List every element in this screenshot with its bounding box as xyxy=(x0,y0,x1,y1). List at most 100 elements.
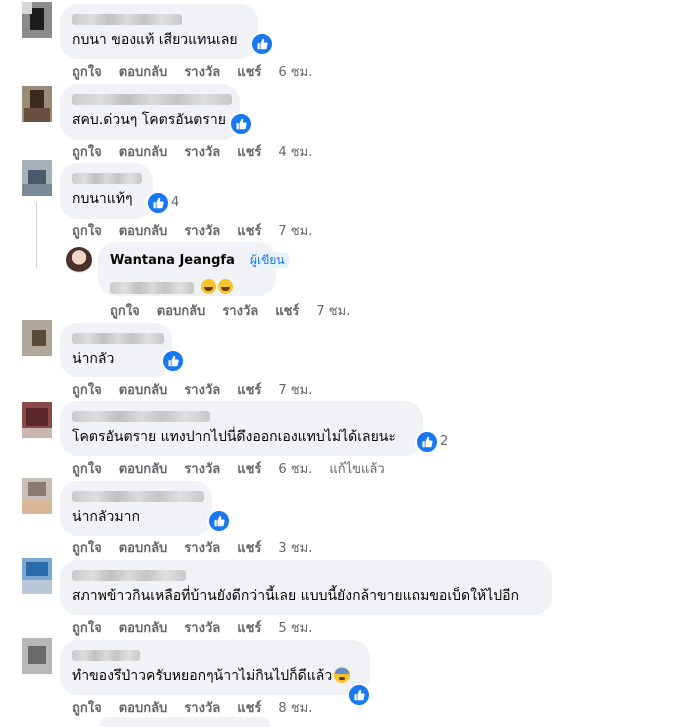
comment-bubble: ทำของรึป่าวครับหยอกๆน้าาไม่กินไปก็ดีแล้ว xyxy=(60,640,370,695)
blurred-author-name xyxy=(72,570,186,581)
share-button[interactable]: แชร์ xyxy=(237,379,261,400)
avatar[interactable] xyxy=(22,402,52,438)
comment-actions: ถูกใจ ตอบกลับ รางวัล แชร์ 6 ชม. แก้ไขแล้… xyxy=(72,458,402,479)
comment-actions: ถูกใจ ตอบกลับ รางวัล แชร์ 7 ชม. xyxy=(72,379,329,400)
timestamp[interactable]: 4 ชม. xyxy=(278,141,312,162)
timestamp[interactable]: 7 ชม. xyxy=(278,379,312,400)
like-button[interactable]: ถูกใจ xyxy=(72,141,102,162)
award-button[interactable]: รางวัล xyxy=(184,379,220,400)
like-button[interactable]: ถูกใจ xyxy=(72,458,102,479)
timestamp[interactable]: 8 ชม. xyxy=(278,697,312,718)
blurred-author-name xyxy=(72,14,182,25)
blurred-author-name xyxy=(72,650,140,661)
award-button[interactable]: รางวัล xyxy=(184,458,220,479)
like-reaction-icon[interactable] xyxy=(146,191,170,215)
comment-bubble: น่ากลัว xyxy=(60,323,172,377)
comment-bubble: กบนา ของแท้ เสียวแทนเลย xyxy=(60,4,258,59)
comment-text: กบนา ของแท้ เสียวแทนเลย xyxy=(72,32,238,48)
avatar[interactable] xyxy=(22,2,52,38)
reply-button[interactable]: ตอบกลับ xyxy=(119,220,168,241)
reply-button[interactable]: ตอบกลับ xyxy=(119,458,168,479)
laughing-emoji-icon xyxy=(201,279,217,294)
award-button[interactable]: รางวัล xyxy=(184,617,220,638)
avatar[interactable] xyxy=(22,558,52,594)
comment-text: น่ากลัวมาก xyxy=(72,509,140,525)
thread-line xyxy=(36,202,37,268)
like-button[interactable]: ถูกใจ xyxy=(72,220,102,241)
comment-bubble: สภาพข้าวกินเหลือที่บ้านยังดีกว่านี้เลย แ… xyxy=(60,560,552,615)
like-count[interactable]: 2 xyxy=(440,434,448,449)
next-comment-bubble xyxy=(100,717,270,727)
author-name[interactable]: Wantana Jeangfa xyxy=(110,253,235,268)
like-button[interactable]: ถูกใจ xyxy=(72,617,102,638)
reply-button[interactable]: ตอบกลับ xyxy=(119,141,168,162)
share-button[interactable]: แชร์ xyxy=(237,617,261,638)
reply-button[interactable]: ตอบกลับ xyxy=(119,537,168,558)
timestamp[interactable]: 6 ชม. xyxy=(278,458,312,479)
comment-bubble: กบนาแท้ๆ xyxy=(60,163,153,219)
laughing-emoji-icon xyxy=(218,279,234,294)
blurred-author-name xyxy=(72,333,164,344)
reply-button[interactable]: ตอบกลับ xyxy=(119,61,168,82)
comment-actions: ถูกใจ ตอบกลับ รางวัล แชร์ 3 ชม. xyxy=(72,537,329,558)
like-button[interactable]: ถูกใจ xyxy=(72,61,102,82)
anxious-face-emoji-icon xyxy=(334,667,351,683)
reply-header: Wantana Jeangfa ผู้เขียน xyxy=(110,249,289,270)
like-count[interactable]: 4 xyxy=(171,195,179,210)
author-avatar[interactable] xyxy=(66,247,92,273)
reply-button[interactable]: ตอบกลับ xyxy=(119,697,168,718)
award-button[interactable]: รางวัล xyxy=(184,697,220,718)
reply-button[interactable]: ตอบกลับ xyxy=(157,300,206,321)
share-button[interactable]: แชร์ xyxy=(237,458,261,479)
comment-text: โคตรอันตราย แทงปากไปนี่ดึงออกเองแทบไม่ได… xyxy=(72,429,396,445)
comment-bubble: โคตรอันตราย แทงปากไปนี่ดึงออกเองแทบไม่ได… xyxy=(60,401,423,456)
author-badge: ผู้เขียน xyxy=(245,252,289,268)
share-button[interactable]: แชร์ xyxy=(237,697,261,718)
share-button[interactable]: แชร์ xyxy=(237,61,261,82)
comment-text: น่ากลัว xyxy=(72,351,115,367)
reply-content xyxy=(110,277,264,296)
like-button[interactable]: ถูกใจ xyxy=(72,537,102,558)
avatar[interactable] xyxy=(22,638,52,674)
share-button[interactable]: แชร์ xyxy=(275,300,299,321)
edited-label[interactable]: แก้ไขแล้ว xyxy=(329,458,384,479)
timestamp[interactable]: 5 ชม. xyxy=(278,617,312,638)
comment-text: กบนาแท้ๆ xyxy=(72,191,133,207)
award-button[interactable]: รางวัล xyxy=(184,220,220,241)
timestamp[interactable]: 3 ชม. xyxy=(278,537,312,558)
blurred-author-name xyxy=(72,491,204,502)
like-button[interactable]: ถูกใจ xyxy=(72,697,102,718)
share-button[interactable]: แชร์ xyxy=(237,141,261,162)
award-button[interactable]: รางวัล xyxy=(184,537,220,558)
comment-actions: ถูกใจ ตอบกลับ รางวัล แชร์ 4 ชม. xyxy=(72,141,329,162)
comment-text: ทำของรึป่าวครับหยอกๆน้าาไม่กินไปก็ดีแล้ว xyxy=(72,667,358,685)
like-reaction-icon[interactable] xyxy=(415,430,439,454)
award-button[interactable]: รางวัล xyxy=(222,300,258,321)
avatar[interactable] xyxy=(22,320,52,356)
blurred-author-name xyxy=(72,173,142,184)
like-reaction-icon[interactable] xyxy=(347,683,371,707)
timestamp[interactable]: 6 ชม. xyxy=(278,61,312,82)
like-reaction-icon[interactable] xyxy=(207,509,231,533)
like-button[interactable]: ถูกใจ xyxy=(110,300,140,321)
reply-button[interactable]: ตอบกลับ xyxy=(119,617,168,638)
like-reaction-icon[interactable] xyxy=(250,32,274,56)
award-button[interactable]: รางวัล xyxy=(184,61,220,82)
avatar[interactable] xyxy=(22,86,52,122)
timestamp[interactable]: 7 ชม. xyxy=(316,300,350,321)
like-reaction-icon[interactable] xyxy=(161,349,185,373)
reply-button[interactable]: ตอบกลับ xyxy=(119,379,168,400)
blurred-author-name xyxy=(72,94,232,105)
comment-bubble: สคบ.ด่วนๆ โคตรอันตราย xyxy=(60,84,240,140)
share-button[interactable]: แชร์ xyxy=(237,220,261,241)
avatar[interactable] xyxy=(22,160,52,196)
award-button[interactable]: รางวัล xyxy=(184,141,220,162)
avatar[interactable] xyxy=(22,478,52,514)
timestamp[interactable]: 7 ชม. xyxy=(278,220,312,241)
share-button[interactable]: แชร์ xyxy=(237,537,261,558)
comment-text: สภาพข้าวกินเหลือที่บ้านยังดีกว่านี้เลย แ… xyxy=(72,588,519,604)
like-reaction-icon[interactable] xyxy=(229,112,253,136)
like-button[interactable]: ถูกใจ xyxy=(72,379,102,400)
comment-text: สคบ.ด่วนๆ โคตรอันตราย xyxy=(72,112,226,128)
blurred-text xyxy=(110,281,194,294)
